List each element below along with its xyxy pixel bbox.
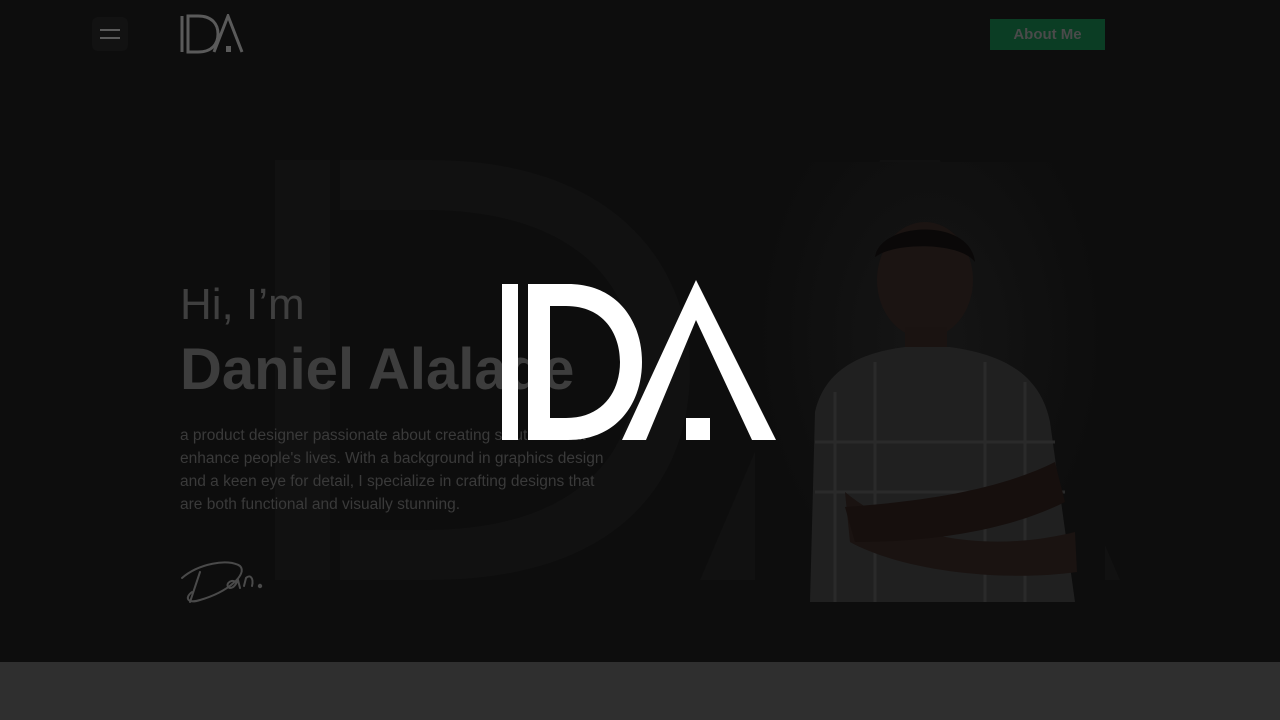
signature-image	[181, 561, 263, 603]
loader-da-logo-icon	[502, 280, 776, 440]
menu-line	[100, 29, 120, 31]
hamburger-menu-button[interactable]	[92, 17, 128, 51]
section-footer-band	[0, 662, 1280, 720]
portrait-photo	[755, 162, 1105, 602]
about-me-button[interactable]: About Me	[990, 19, 1105, 50]
da-logo-icon[interactable]	[178, 14, 246, 54]
site-header: About Me	[0, 0, 1280, 70]
page: About Me Hi, I’m Daniel Alalade a produc…	[0, 0, 1280, 720]
hero-greeting: Hi, I’m	[180, 280, 305, 329]
person-silhouette	[810, 222, 1077, 602]
menu-line	[100, 37, 120, 39]
